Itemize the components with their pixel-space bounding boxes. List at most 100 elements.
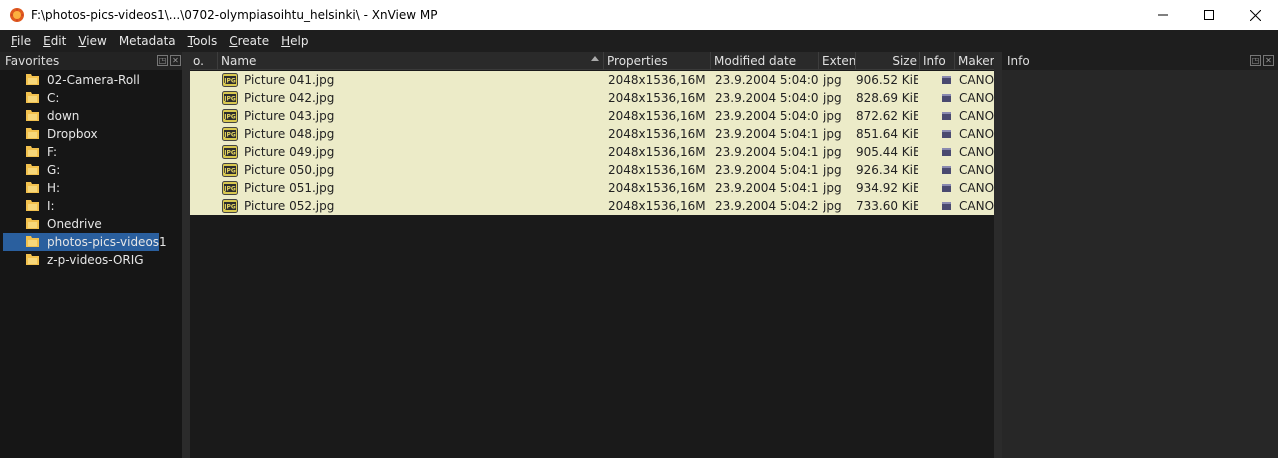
info-icon — [942, 112, 951, 120]
info-icon — [942, 76, 951, 84]
svg-text:JPG: JPG — [223, 114, 236, 121]
file-size: 934.92 KiB — [856, 181, 918, 195]
svg-text:JPG: JPG — [223, 186, 236, 193]
favorite-item[interactable]: Onedrive — [0, 215, 182, 233]
favorite-item[interactable]: C: — [0, 89, 182, 107]
jpg-file-icon: JPG — [222, 181, 238, 195]
column-name-label: Name — [221, 54, 257, 68]
folder-icon — [26, 164, 39, 175]
file-size: 906.52 KiB — [856, 73, 918, 87]
maximize-button[interactable] — [1186, 0, 1232, 30]
close-button[interactable] — [1232, 0, 1278, 30]
undock-icon[interactable]: ◳ — [1250, 55, 1261, 66]
favorite-item[interactable]: 02-Camera-Roll — [0, 71, 182, 89]
column-info[interactable]: Info — [920, 52, 955, 70]
file-row[interactable]: JPG Picture 050.jpg 2048x1536,16M 23.9.2004… — [190, 161, 994, 179]
favorite-item[interactable]: H: — [0, 179, 182, 197]
favorite-label: G: — [47, 163, 61, 177]
favorite-item[interactable]: z-p-videos-ORIG — [0, 251, 182, 269]
info-icon — [942, 184, 951, 192]
folder-icon — [26, 110, 39, 121]
menu-metadata[interactable]: Metadata — [113, 30, 182, 52]
svg-text:JPG: JPG — [223, 132, 236, 139]
folder-icon — [26, 146, 39, 157]
menu-view[interactable]: View — [72, 30, 112, 52]
file-extension: jpg — [823, 145, 842, 159]
close-panel-icon[interactable]: ✕ — [1263, 55, 1274, 66]
file-properties: 2048x1536,16M — [608, 181, 706, 195]
file-properties: 2048x1536,16M — [608, 145, 706, 159]
favorite-label: C: — [47, 91, 60, 105]
favorite-item[interactable]: F: — [0, 143, 182, 161]
svg-text:JPG: JPG — [223, 96, 236, 103]
column-header: o. Name Properties Modified date Exten s … — [190, 52, 994, 70]
file-maker: CANO — [959, 127, 994, 141]
column-extension[interactable]: Extens — [819, 52, 856, 70]
undock-icon[interactable]: ◳ — [157, 55, 168, 66]
menu-bar: File Edit View Metadata Tools Create Help — [0, 30, 1278, 52]
file-properties: 2048x1536,16M — [608, 127, 706, 141]
file-properties: 2048x1536,16M — [608, 199, 706, 213]
favorite-label: z-p-videos-ORIG — [47, 253, 144, 267]
file-extension: jpg — [823, 109, 842, 123]
column-name[interactable]: Name — [218, 52, 604, 70]
window-title: F:\photos-pics-videos1\...\0702-olympias… — [31, 8, 438, 22]
column-modified-date[interactable]: Modified date — [711, 52, 819, 70]
jpg-file-icon: JPG — [222, 199, 238, 213]
favorite-label: Onedrive — [47, 217, 102, 231]
file-name: Picture 042.jpg — [244, 91, 335, 105]
favorites-title: Favorites — [5, 54, 60, 68]
menu-create[interactable]: Create — [223, 30, 275, 52]
favorite-label: I: — [47, 199, 55, 213]
file-row[interactable]: JPG Picture 048.jpg 2048x1536,16M 23.9.2004… — [190, 125, 994, 143]
menu-help[interactable]: Help — [275, 30, 314, 52]
svg-text:JPG: JPG — [223, 204, 236, 211]
menu-tools[interactable]: Tools — [182, 30, 224, 52]
file-modified-date: 23.9.2004 5:04:14 — [715, 127, 819, 141]
file-extension: jpg — [823, 91, 842, 105]
favorite-item[interactable]: photos-pics-videos1 — [3, 233, 167, 251]
info-splitter[interactable] — [994, 52, 1002, 458]
folder-icon — [26, 200, 39, 211]
file-row[interactable]: JPG Picture 051.jpg 2048x1536,16M 23.9.2004… — [190, 179, 994, 197]
file-modified-date: 23.9.2004 5:04:19 — [715, 181, 819, 195]
file-row[interactable]: JPG Picture 041.jpg 2048x1536,16M 23.9.2004… — [190, 71, 994, 89]
minimize-button[interactable] — [1140, 0, 1186, 30]
column-number[interactable]: o. — [190, 52, 218, 70]
file-name: Picture 049.jpg — [244, 145, 335, 159]
folder-icon — [26, 74, 39, 85]
folder-icon — [26, 92, 39, 103]
column-properties[interactable]: Properties — [604, 52, 711, 70]
favorite-item[interactable]: Dropbox — [0, 125, 182, 143]
menu-file[interactable]: File — [5, 30, 37, 52]
menu-edit[interactable]: Edit — [37, 30, 72, 52]
favorite-item[interactable]: G: — [0, 161, 182, 179]
file-size: 926.34 KiB — [856, 163, 918, 177]
favorite-label: H: — [47, 181, 61, 195]
jpg-file-icon: JPG — [222, 127, 238, 141]
svg-text:JPG: JPG — [223, 78, 236, 85]
file-size: 872.62 KiB — [856, 109, 918, 123]
file-row[interactable]: JPG Picture 042.jpg 2048x1536,16M 23.9.2004… — [190, 89, 994, 107]
info-icon — [942, 166, 951, 174]
file-name: Picture 048.jpg — [244, 127, 335, 141]
file-row[interactable]: JPG Picture 043.jpg 2048x1536,16M 23.9.2004… — [190, 107, 994, 125]
favorite-item[interactable]: down — [0, 107, 182, 125]
file-extension: jpg — [823, 163, 842, 177]
file-name: Picture 051.jpg — [244, 181, 335, 195]
close-panel-icon[interactable]: ✕ — [170, 55, 181, 66]
column-size[interactable]: Size — [856, 52, 920, 70]
favorites-splitter[interactable] — [182, 52, 190, 458]
folder-icon — [26, 236, 39, 247]
file-row[interactable]: JPG Picture 049.jpg 2048x1536,16M 23.9.2004… — [190, 143, 994, 161]
jpg-file-icon: JPG — [222, 73, 238, 87]
file-size: 733.60 KiB — [856, 199, 918, 213]
file-row[interactable]: JPG Picture 052.jpg 2048x1536,16M 23.9.2004… — [190, 197, 994, 215]
svg-text:JPG: JPG — [223, 150, 236, 157]
folder-icon — [26, 254, 39, 265]
file-properties: 2048x1536,16M — [608, 109, 706, 123]
favorite-item[interactable]: I: — [0, 197, 182, 215]
favorite-label: down — [47, 109, 80, 123]
minimize-icon — [1158, 14, 1168, 16]
column-maker[interactable]: Maker — [955, 52, 994, 70]
